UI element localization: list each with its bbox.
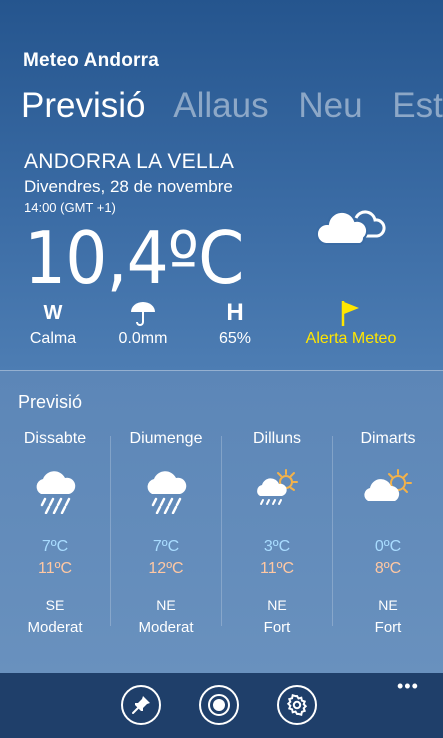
- wind-strength: Fort: [263, 619, 291, 636]
- pivot-tab-neu[interactable]: Neu: [298, 86, 362, 125]
- current-time: 14:00 (GMT +1): [24, 200, 116, 215]
- rain-value: 0.0mm: [118, 330, 168, 347]
- forecast-day[interactable]: Dilluns 3ºC 11ºC NE Fort: [222, 430, 332, 636]
- pin-icon: [132, 696, 150, 714]
- forecast-day[interactable]: Dissabte 7ºC 11ºC SE Moderat: [0, 430, 110, 636]
- max-temperature: 8ºC: [374, 560, 402, 577]
- wind-direction: NE: [267, 597, 287, 613]
- sun-rain-cloud-icon: [257, 469, 298, 505]
- pivot-tab-estacions[interactable]: Estac: [392, 86, 443, 125]
- app-title: Meteo Andorra: [23, 50, 159, 71]
- weather-alert[interactable]: Alerta Meteo: [296, 298, 406, 348]
- rain-cloud-icon: [36, 471, 76, 514]
- flag-icon: [341, 301, 359, 326]
- wind-value: Calma: [29, 330, 77, 347]
- wind-strength: Moderat: [138, 619, 194, 636]
- min-temperature: 7ºC: [41, 538, 69, 555]
- sun-cloud-icon: [364, 469, 412, 501]
- day-name: Dimarts: [360, 430, 416, 447]
- max-temperature: 11ºC: [259, 560, 294, 577]
- max-temperature: 12ºC: [148, 560, 184, 577]
- humidity-stat: H 65%: [190, 298, 280, 348]
- day-name: Dilluns: [252, 430, 301, 447]
- forecast-title: Previsió: [18, 392, 83, 412]
- wind-direction: NE: [378, 597, 398, 613]
- rain-stat: 0.0mm: [98, 298, 188, 348]
- day-name: Diumenge: [129, 430, 203, 447]
- more-options-button[interactable]: •••: [397, 676, 419, 697]
- day-name: Dissabte: [23, 430, 87, 447]
- min-temperature: 7ºC: [152, 538, 180, 555]
- humidity-letter-icon: H: [226, 299, 244, 326]
- umbrella-icon: [131, 302, 155, 326]
- rain-cloud-icon: [147, 471, 187, 514]
- current-date: Divendres, 28 de novembre: [24, 177, 233, 196]
- pivot-header: Previsió Allaus Neu Estac: [21, 86, 443, 126]
- current-temperature: 10,4ºC: [24, 216, 244, 300]
- wind-strength: Fort: [374, 619, 402, 636]
- wind-direction: NE: [156, 597, 176, 613]
- wind-stat: W Calma: [8, 298, 98, 348]
- humidity-value: 65%: [218, 330, 252, 347]
- max-temperature: 11ºC: [37, 560, 72, 577]
- alert-label: Alerta Meteo: [305, 330, 397, 347]
- record-button[interactable]: [199, 685, 239, 725]
- pivot-tab-previsio[interactable]: Previsió: [21, 86, 145, 125]
- city-name: ANDORRA LA VELLA: [24, 150, 235, 173]
- cloudy-icon: [316, 210, 386, 245]
- record-icon: [208, 694, 230, 716]
- wind-strength: Moderat: [27, 619, 83, 636]
- wind-direction: SE: [45, 597, 65, 613]
- settings-button[interactable]: [277, 685, 317, 725]
- min-temperature: 3ºC: [263, 538, 291, 555]
- forecast-day[interactable]: Diumenge 7ºC 12ºC NE Moderat: [111, 430, 221, 636]
- wind-letter-icon: W: [43, 301, 63, 324]
- pivot-tab-allaus[interactable]: Allaus: [173, 86, 268, 125]
- pin-button[interactable]: [121, 685, 161, 725]
- settings-icon: [286, 694, 308, 716]
- min-temperature: 0ºC: [374, 538, 402, 555]
- forecast-day[interactable]: Dimarts 0ºC 8ºC NE Fort: [333, 430, 443, 636]
- section-divider: [0, 370, 443, 371]
